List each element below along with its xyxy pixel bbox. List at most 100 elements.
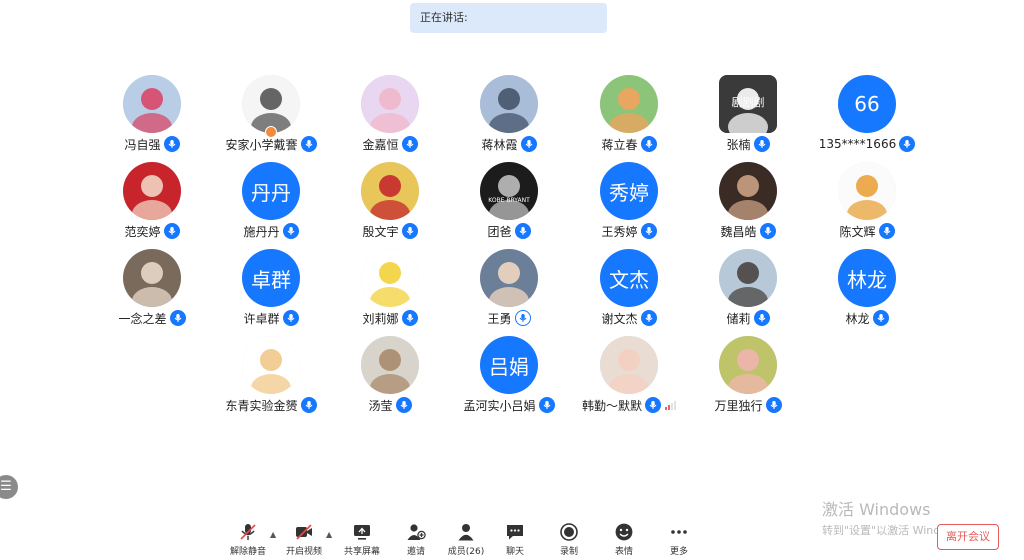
participant-avatar: 66: [838, 75, 896, 133]
mic-icon: [520, 136, 537, 152]
participant-tile[interactable]: 丹丹 施丹丹: [211, 162, 331, 248]
mic-icon: [753, 310, 770, 326]
participant-name-row: 许卓群: [211, 308, 331, 328]
participant-avatar: 卓群: [242, 249, 300, 307]
participant-tile[interactable]: 一念之差: [92, 249, 212, 335]
mic-icon: [878, 223, 895, 239]
menu-icon: ☰: [0, 479, 12, 494]
participant-name-row: 安家小学戴謇: [211, 134, 331, 154]
record-icon: [558, 521, 580, 543]
participant-tile[interactable]: 范奕婷: [92, 162, 212, 248]
participant-name-row: 范奕婷: [92, 221, 212, 241]
video-button[interactable]: 开启视频: [274, 518, 334, 560]
record-button[interactable]: 录制: [539, 518, 599, 560]
participant-tile[interactable]: 东青实验金赟: [211, 336, 331, 422]
participant-name-row: 张楠: [688, 134, 808, 154]
participant-tile[interactable]: 冯自强: [92, 75, 212, 161]
participant-tile[interactable]: 韩勤～默默: [569, 336, 689, 422]
participant-tile[interactable]: 卓群 许卓群: [211, 249, 331, 335]
mic-icon: [538, 397, 555, 413]
mic-icon: [514, 310, 531, 326]
participant-avatar: [242, 75, 300, 133]
participant-tile[interactable]: 蒋立春: [569, 75, 689, 161]
participant-name: 林龙: [845, 311, 870, 326]
leave-meeting-button[interactable]: 离开会议: [937, 524, 999, 550]
participant-name-row: 金嘉恒: [330, 134, 450, 154]
participant-avatar: 吕娟: [480, 336, 538, 394]
participant-tile[interactable]: 66 135****1666: [807, 75, 927, 161]
participant-tile[interactable]: 金嘉恒: [330, 75, 450, 161]
more-icon: [668, 521, 690, 543]
participant-name: 汤莹: [368, 398, 393, 413]
participant-tile[interactable]: 吕娟 孟河实小吕娟: [449, 336, 569, 422]
participant-name-row: 蒋立春: [569, 134, 689, 154]
more-label: 更多: [669, 547, 688, 557]
mic-icon: [282, 223, 299, 239]
participant-name: 团爸: [487, 224, 512, 239]
participant-avatar: [361, 249, 419, 307]
mic-icon: [759, 223, 776, 239]
avatar-initials: 秀婷: [609, 180, 649, 205]
participant-tile[interactable]: 殷文宇: [330, 162, 450, 248]
participant-tile[interactable]: 陈文辉: [807, 162, 927, 248]
mic-icon: [640, 310, 657, 326]
mic-icon: [401, 136, 418, 152]
participant-name-row: 谢文杰: [569, 308, 689, 328]
participant-name: 范奕婷: [124, 224, 161, 239]
participant-tile[interactable]: 王勇: [449, 249, 569, 335]
share-button[interactable]: 共享屏幕: [332, 518, 392, 560]
mic-icon: [765, 397, 782, 413]
participant-avatar: 林龙: [838, 249, 896, 307]
participant-avatar: [719, 249, 777, 307]
participant-name-row: 蒋林霞: [449, 134, 569, 154]
participant-tile[interactable]: 安家小学戴謇: [211, 75, 331, 161]
participant-tile[interactable]: 魏昌皓: [688, 162, 808, 248]
participant-tile[interactable]: KOBE BRYANT 团爸: [449, 162, 569, 248]
emoji-icon: [613, 521, 635, 543]
mic-muted-icon: [237, 521, 259, 543]
mic-icon: [401, 223, 418, 239]
participant-tile[interactable]: 文杰 谢文杰: [569, 249, 689, 335]
mic-icon: [899, 136, 916, 152]
participant-avatar: [361, 162, 419, 220]
participant-avatar: 文杰: [600, 249, 658, 307]
participant-avatar: [242, 336, 300, 394]
participant-name: 东青实验金赟: [225, 398, 298, 413]
mic-icon: [163, 223, 180, 239]
chat-label: 聊天: [505, 547, 524, 557]
participant-avatar: [719, 336, 777, 394]
participant-avatar: [838, 162, 896, 220]
more-button[interactable]: 更多: [649, 518, 709, 560]
meeting-toolbar: 解除静音 ▲ 开启视频 ▲ 共享屏幕 邀请 成员(26) 聊天 录制 表情 更多: [0, 518, 1024, 560]
participant-name-row: 万里独行: [688, 395, 808, 415]
mic-icon: [753, 136, 770, 152]
mute-button[interactable]: 解除静音: [218, 518, 278, 560]
participant-tile[interactable]: 蒋林霞: [449, 75, 569, 161]
members-label: 成员(26): [447, 547, 485, 557]
participant-name-row: 汤莹: [330, 395, 450, 415]
participant-name: 一念之差: [118, 311, 167, 326]
participant-tile[interactable]: 万里独行: [688, 336, 808, 422]
chat-icon: [504, 521, 526, 543]
participant-tile[interactable]: 剧剧剧 张楠: [688, 75, 808, 161]
participant-tile[interactable]: 秀婷 王秀婷: [569, 162, 689, 248]
participant-avatar: 秀婷: [600, 162, 658, 220]
participant-avatar: [123, 162, 181, 220]
participant-name-row: 王秀婷: [569, 221, 689, 241]
participant-name-row: 陈文辉: [807, 221, 927, 241]
chat-button[interactable]: 聊天: [485, 518, 545, 560]
participant-tile[interactable]: 刘莉娜: [330, 249, 450, 335]
participant-name: 金嘉恒: [362, 137, 399, 152]
participant-tile[interactable]: 林龙 林龙: [807, 249, 927, 335]
mic-icon: [395, 397, 412, 413]
participant-tile[interactable]: 储莉: [688, 249, 808, 335]
participant-avatar: [123, 249, 181, 307]
emoji-button[interactable]: 表情: [594, 518, 654, 560]
watermark-title: 激活 Windows: [822, 500, 931, 519]
mic-icon: [282, 310, 299, 326]
participant-avatar: [600, 336, 658, 394]
side-menu-handle[interactable]: ☰: [0, 475, 18, 499]
participant-name-row: 施丹丹: [211, 221, 331, 241]
mic-icon: [169, 310, 186, 326]
participant-tile[interactable]: 汤莹: [330, 336, 450, 422]
